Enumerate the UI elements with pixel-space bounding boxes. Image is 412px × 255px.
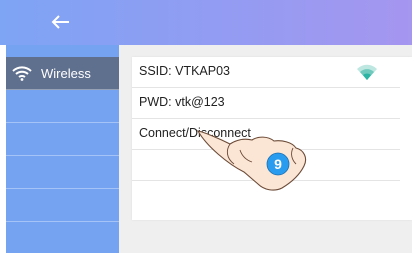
top-bar <box>0 0 412 45</box>
sidebar-item[interactable] <box>6 90 119 123</box>
pointing-hand-icon: 9 <box>196 130 307 191</box>
password-label: PWD: vtk@123 <box>139 95 225 109</box>
sidebar-item[interactable] <box>6 123 119 156</box>
sidebar-item-label: Wireless <box>41 66 91 81</box>
sidebar-item[interactable] <box>6 222 119 255</box>
back-arrow-icon[interactable] <box>50 12 72 32</box>
sidebar-item-wireless[interactable]: Wireless <box>6 57 119 90</box>
step-number: 9 <box>274 156 282 172</box>
password-row: PWD: vtk@123 <box>132 88 400 119</box>
ssid-label: SSID: VTKAP03 <box>139 64 231 78</box>
ssid-row[interactable]: SSID: VTKAP03 <box>132 57 400 88</box>
sidebar-item[interactable] <box>6 189 119 222</box>
wifi-signal-icon <box>357 64 377 80</box>
sidebar: Wireless <box>6 45 119 255</box>
sidebar-item[interactable] <box>6 156 119 189</box>
wifi-icon <box>12 66 32 81</box>
